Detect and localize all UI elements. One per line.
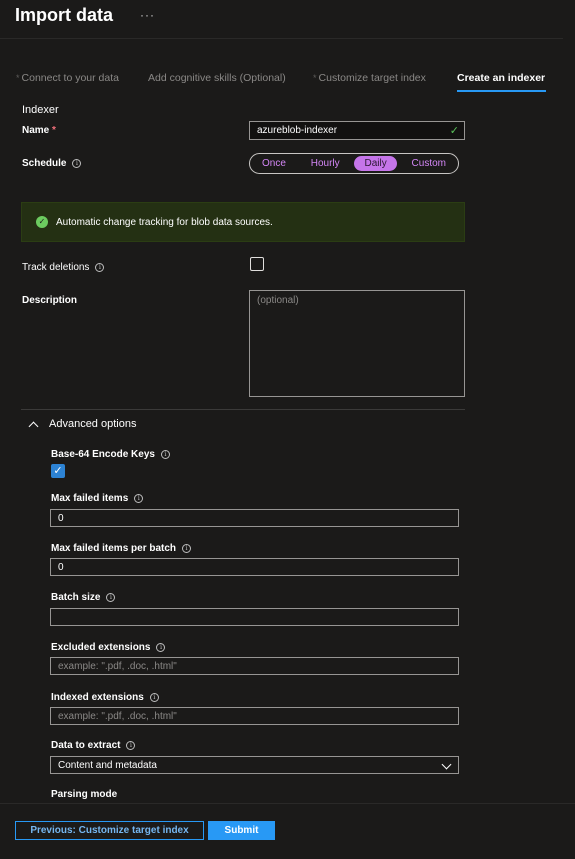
info-icon[interactable]: i	[160, 450, 170, 459]
submit-button[interactable]: Submit	[208, 821, 275, 840]
active-tab-indicator	[457, 90, 546, 92]
info-icon[interactable]: i	[72, 159, 82, 168]
max-failed-text: Max failed items	[51, 493, 129, 504]
excluded-ext-text: Excluded extensions	[51, 642, 151, 653]
chevron-down-icon	[441, 759, 452, 770]
tab-connect-data[interactable]: * Connect to your data	[16, 72, 119, 84]
success-check-icon: ✓	[36, 216, 48, 228]
data-extract-value: Content and metadata	[58, 759, 157, 771]
max-failed-batch-label: Max failed items per batch i	[51, 543, 192, 554]
base64-label: Base-64 Encode Keys i	[51, 449, 170, 460]
info-icon[interactable]: i	[149, 693, 159, 702]
schedule-option-once[interactable]: Once	[252, 156, 296, 171]
description-placeholder: (optional)	[257, 295, 299, 306]
info-icon[interactable]: i	[95, 263, 105, 272]
data-extract-label: Data to extract i	[51, 740, 136, 751]
section-title-indexer: Indexer	[22, 104, 59, 116]
parsing-mode-label: Parsing mode	[51, 789, 118, 800]
max-failed-label: Max failed items i	[51, 493, 144, 504]
footer-divider	[0, 803, 575, 804]
excluded-ext-input[interactable]: example: ".pdf, .doc, .html"	[50, 657, 459, 675]
tab-label: Connect to your data	[21, 72, 119, 84]
schedule-option-custom[interactable]: Custom	[402, 156, 456, 171]
advanced-options-title: Advanced options	[49, 418, 137, 430]
advanced-divider	[21, 409, 465, 410]
tab-label: Create an indexer	[457, 72, 546, 84]
schedule-label: Schedule i	[22, 158, 82, 169]
chevron-up-icon	[28, 421, 39, 431]
previous-button[interactable]: Previous: Customize target index	[15, 821, 204, 840]
page-title: Import data	[15, 5, 114, 25]
tab-customize-index[interactable]: * Customize target index	[313, 72, 426, 84]
max-failed-batch-input[interactable]: 0	[50, 558, 459, 576]
indexer-name-value: azureblob-indexer	[257, 125, 338, 136]
required-marker: *	[313, 73, 317, 83]
tab-label: Add cognitive skills (Optional)	[148, 72, 286, 84]
base64-checkbox[interactable]: ✓	[51, 464, 65, 478]
indexed-ext-placeholder: example: ".pdf, .doc, .html"	[58, 710, 177, 722]
track-deletions-label: Track deletions i	[22, 262, 105, 273]
indexer-name-input[interactable]: azureblob-indexer ✓	[249, 121, 465, 140]
tab-label: Customize target index	[318, 72, 426, 84]
batch-size-input[interactable]	[50, 608, 459, 626]
header-divider	[0, 38, 563, 39]
max-failed-input[interactable]: 0	[50, 509, 459, 527]
excluded-ext-placeholder: example: ".pdf, .doc, .html"	[58, 660, 177, 672]
schedule-option-daily[interactable]: Daily	[354, 156, 397, 171]
max-failed-batch-text: Max failed items per batch	[51, 543, 177, 554]
advanced-options-toggle[interactable]: Advanced options	[28, 418, 137, 431]
indexed-ext-label: Indexed extensions i	[51, 692, 159, 703]
info-icon[interactable]: i	[156, 643, 166, 652]
batch-size-label: Batch size i	[51, 592, 116, 603]
checkmark-icon: ✓	[53, 465, 63, 477]
data-extract-select[interactable]: Content and metadata	[50, 756, 459, 774]
name-label: Name *	[22, 125, 56, 136]
max-failed-value: 0	[58, 512, 64, 524]
description-label: Description	[22, 295, 78, 306]
track-deletions-checkbox[interactable]	[250, 257, 264, 271]
schedule-pill-group: Once Hourly Daily Custom	[249, 153, 459, 174]
info-icon[interactable]: i	[106, 593, 116, 602]
more-options-icon[interactable]: ···	[140, 8, 155, 22]
change-tracking-banner: ✓ Automatic change tracking for blob dat…	[21, 202, 465, 242]
data-extract-text: Data to extract	[51, 740, 121, 751]
base64-label-text: Base-64 Encode Keys	[51, 449, 155, 460]
schedule-option-hourly[interactable]: Hourly	[301, 156, 350, 171]
max-failed-batch-value: 0	[58, 561, 64, 573]
valid-check-icon: ✓	[449, 125, 459, 137]
indexed-ext-text: Indexed extensions	[51, 692, 144, 703]
tab-create-indexer[interactable]: Create an indexer	[457, 72, 545, 84]
name-label-text: Name	[22, 125, 50, 136]
batch-size-text: Batch size	[51, 592, 101, 603]
required-asterisk: *	[52, 125, 56, 136]
info-icon[interactable]: i	[126, 741, 136, 750]
description-textarea[interactable]: (optional)	[249, 290, 465, 397]
schedule-label-text: Schedule	[22, 158, 67, 169]
info-icon[interactable]: i	[134, 494, 144, 503]
required-marker: *	[16, 73, 20, 83]
excluded-ext-label: Excluded extensions i	[51, 642, 166, 653]
tab-cognitive-skills[interactable]: Add cognitive skills (Optional)	[148, 72, 286, 84]
banner-text: Automatic change tracking for blob data …	[56, 216, 273, 228]
indexed-ext-input[interactable]: example: ".pdf, .doc, .html"	[50, 707, 459, 725]
track-deletions-text: Track deletions	[22, 262, 90, 273]
info-icon[interactable]: i	[182, 544, 192, 553]
